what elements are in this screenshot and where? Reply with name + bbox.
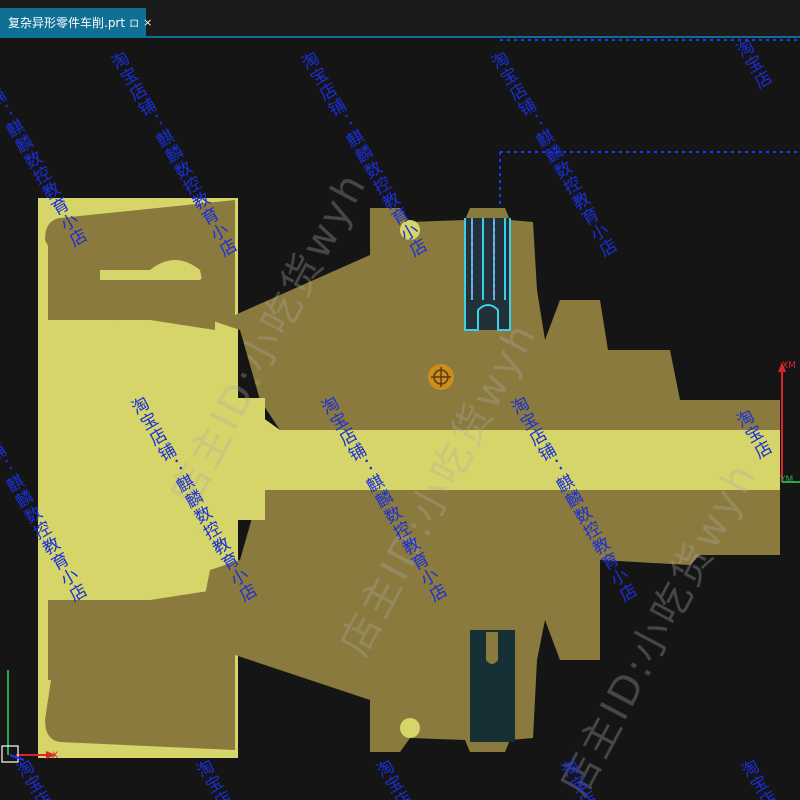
tab-pin-icon[interactable]: ロ: [129, 15, 139, 30]
cad-scene: XM YM X: [1, 39, 800, 763]
tab-part-file[interactable]: 复杂异形零件车削.prt ロ ×: [0, 8, 152, 36]
xm-axis-label: XM: [782, 361, 796, 371]
nx-cam-window: 复杂异形零件车削.prt ロ × XM YM X 店主ID:小吃货wyh 店主I…: [0, 0, 800, 800]
slot-bottom: [470, 630, 515, 742]
document-tab-bar: 复杂异形零件车削.prt ロ ×: [0, 0, 800, 38]
graphics-viewport[interactable]: XM YM X 店主ID:小吃货wyh 店主ID:小吃货wyh 店主ID:小吃货…: [0, 37, 800, 800]
tab-close-icon[interactable]: ×: [143, 16, 152, 29]
machine-axes-right: [778, 362, 800, 483]
orient-center-marker[interactable]: [428, 364, 454, 390]
tab-title: 复杂异形零件车削.prt: [8, 15, 126, 30]
groove-bottom: [400, 718, 420, 738]
triad-x-label: X: [52, 751, 58, 761]
ym-axis-label: YM: [779, 475, 793, 485]
